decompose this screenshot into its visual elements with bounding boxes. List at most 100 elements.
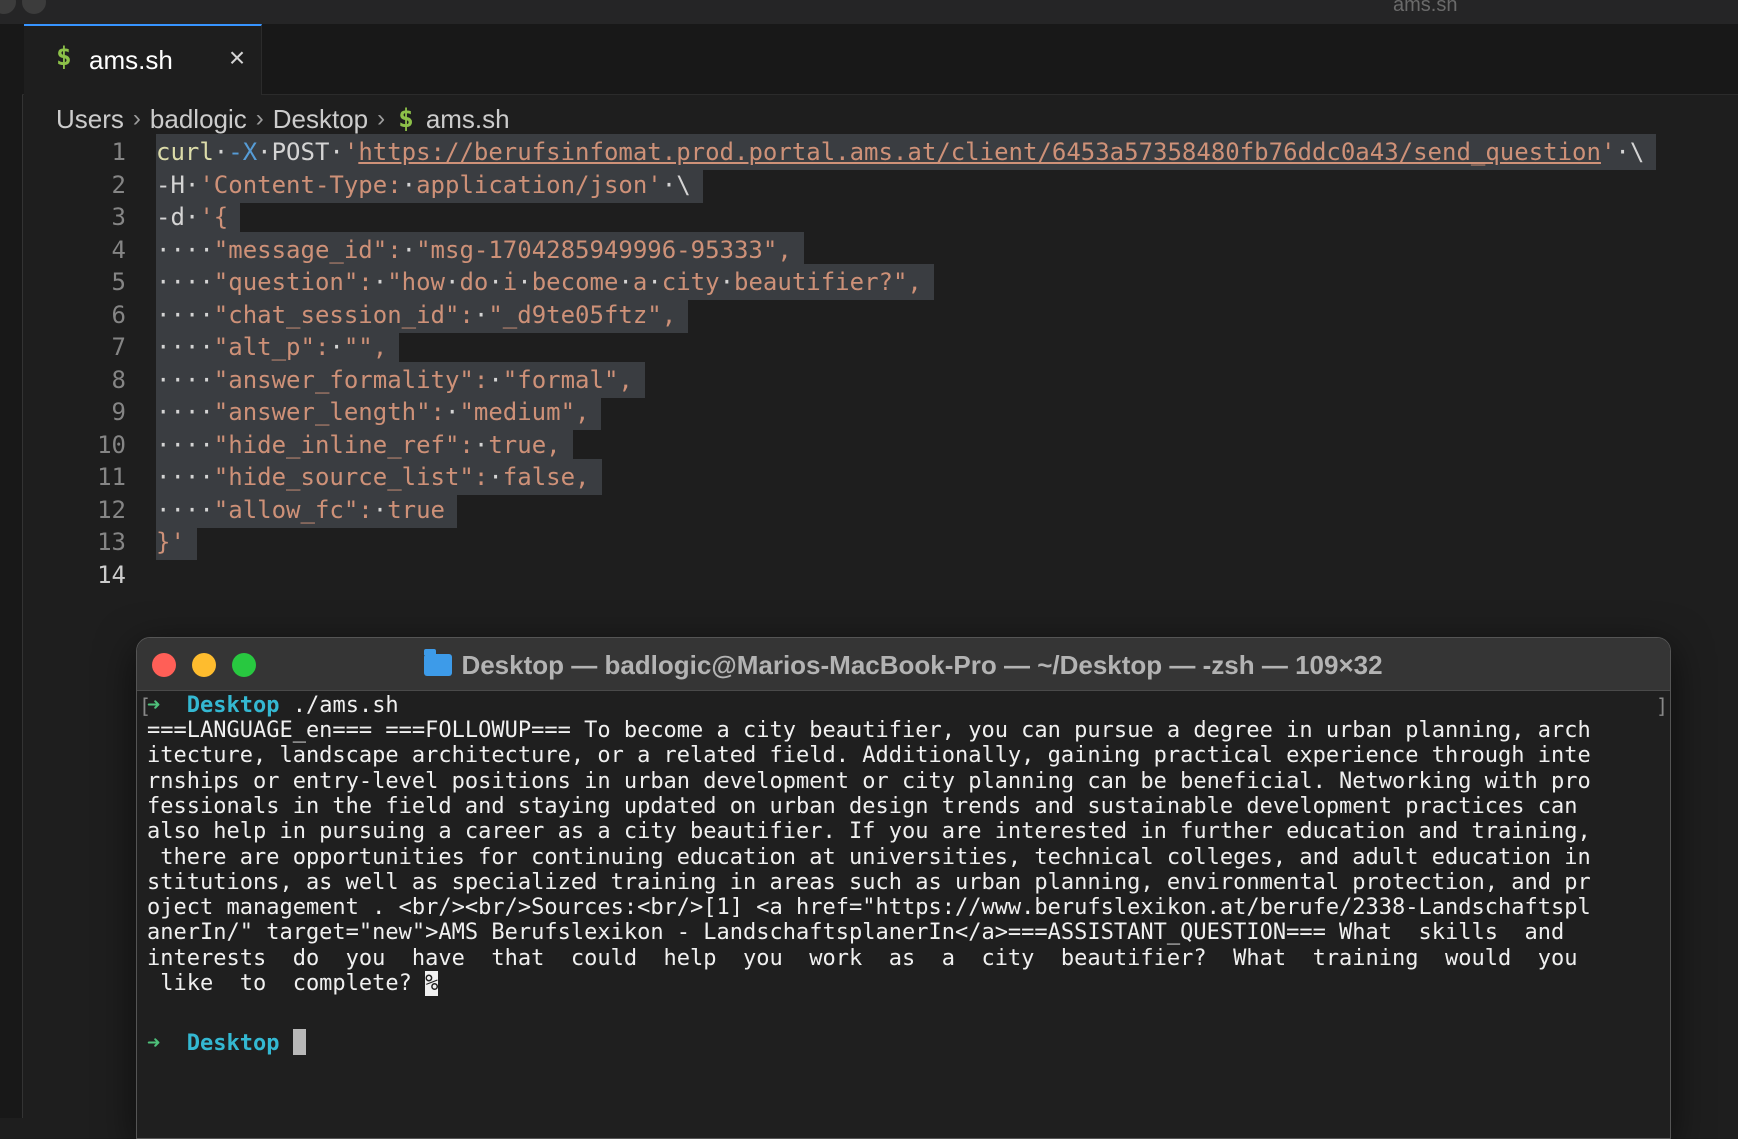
code-token: beautifier?", bbox=[734, 268, 922, 296]
whitespace-marker: · bbox=[719, 268, 735, 296]
output-text: oject management . <br/><br/>Sources:<br… bbox=[147, 895, 1591, 921]
code-line[interactable]: 12 ····"allow_fc":·true bbox=[22, 491, 1738, 528]
editor-tab-bar: $ ams.sh × bbox=[22, 24, 1738, 95]
code-text: ····"answer_length":·"medium", bbox=[156, 394, 602, 430]
folder-icon bbox=[424, 649, 453, 676]
code-token: "", bbox=[343, 333, 388, 361]
code-token: true bbox=[387, 495, 445, 524]
code-token: become bbox=[531, 268, 619, 296]
output-text: rnships or entry-level positions in urba… bbox=[147, 768, 1591, 794]
line-number: 11 bbox=[97, 463, 126, 491]
prompt-arrow-icon: ➜ bbox=[147, 693, 161, 718]
code-line[interactable]: 6 ····"chat_session_id":·"_d9te05ftz", bbox=[22, 296, 1738, 333]
code-token: "hide_inline_ref": bbox=[213, 430, 474, 459]
chevron-right-icon: › bbox=[255, 105, 264, 132]
line-number: 12 bbox=[97, 495, 126, 524]
code-line[interactable]: 5 ····"question":·"how·do·i·become·a·city… bbox=[22, 264, 1738, 300]
line-number: 6 bbox=[111, 300, 126, 329]
code-text: -H·'Content-Type:·application/json'·\ bbox=[156, 166, 703, 203]
code-text: ····"chat_session_id":·"_d9te05ftz", bbox=[156, 296, 689, 333]
whitespace-marker: ···· bbox=[156, 333, 214, 361]
window-control-dot[interactable] bbox=[22, 0, 46, 14]
code-token: false, bbox=[502, 463, 590, 491]
code-line[interactable]: 7 ····"alt_p":·"", bbox=[22, 329, 1738, 365]
activity-bar bbox=[0, 24, 23, 1118]
breadcrumb-item-users[interactable]: Users bbox=[56, 104, 124, 135]
window-control-dot[interactable] bbox=[0, 0, 16, 14]
whitespace-marker: · bbox=[444, 398, 460, 426]
chevron-right-icon: › bbox=[132, 105, 141, 132]
code-line[interactable]: 9 ····"answer_length":·"medium", bbox=[22, 394, 1738, 430]
tab-ams-sh[interactable]: $ ams.sh × bbox=[24, 24, 262, 95]
whitespace-marker: · bbox=[517, 268, 532, 296]
terminal-title: Desktop — badlogic@Marios-MacBook-Pro — … bbox=[137, 649, 1670, 681]
whitespace-marker: ···· bbox=[156, 463, 214, 491]
code-token: application/json' bbox=[416, 170, 662, 199]
code-token: curl bbox=[156, 138, 214, 166]
code-text: ····"message_id":·"msg-1704285949996-953… bbox=[156, 231, 804, 268]
whitespace-marker: · bbox=[445, 268, 460, 296]
terminal-output[interactable]: [ ] ➜ Desktop ./ams.sh ===LANGUAGE_en===… bbox=[137, 690, 1670, 1138]
code-token: "allow_fc": bbox=[213, 495, 373, 524]
close-icon[interactable]: × bbox=[222, 43, 252, 73]
terminal-output-line: also help in pursuing a career as a city… bbox=[147, 818, 1591, 846]
whitespace-marker: · bbox=[184, 170, 200, 199]
terminal-output-line: fessionals in the field and staying upda… bbox=[147, 793, 1577, 821]
output-text: anerIn/" target="new">AMS Berufslexikon … bbox=[147, 920, 1565, 946]
partial-line-marker: % bbox=[425, 971, 439, 996]
code-token: '{ bbox=[199, 203, 229, 231]
whitespace-marker: · bbox=[401, 170, 417, 199]
code-token: 'Content-Type: bbox=[199, 170, 402, 199]
line-number: 8 bbox=[111, 365, 126, 394]
code-token: \ bbox=[676, 170, 691, 199]
breadcrumb-item-desktop[interactable]: Desktop bbox=[273, 104, 368, 135]
whitespace-marker: ···· bbox=[156, 430, 214, 459]
window-title: ams.sh bbox=[1393, 0, 1458, 16]
line-number: 14 bbox=[97, 560, 126, 589]
whitespace-marker: · bbox=[257, 138, 272, 166]
prompt-arrow-icon: ➜ bbox=[147, 1031, 161, 1056]
code-token: i bbox=[502, 268, 518, 296]
code-line[interactable]: 14 bbox=[22, 557, 1738, 593]
code-token: "msg-1704285949996-95333", bbox=[416, 235, 792, 264]
line-number: 2 bbox=[111, 170, 126, 199]
code-editor[interactable]: 1 curl·-X·POST·'https://berufsinfomat.pro… bbox=[22, 134, 1738, 656]
code-text: ····"answer_formality":·"formal", bbox=[156, 361, 645, 398]
output-text: like to complete? bbox=[147, 971, 426, 996]
code-token: POST bbox=[271, 138, 330, 166]
code-line[interactable]: 3 -d·'{ bbox=[22, 199, 1738, 235]
line-number: 5 bbox=[111, 268, 126, 296]
whitespace-marker: · bbox=[647, 268, 662, 296]
line-number: 3 bbox=[111, 203, 126, 231]
line-number: 4 bbox=[111, 235, 126, 264]
terminal-window[interactable]: Desktop — badlogic@Marios-MacBook-Pro — … bbox=[136, 637, 1671, 1139]
code-line[interactable]: 2 -H·'Content-Type:·application/json'·\ bbox=[22, 166, 1738, 203]
line-number: 13 bbox=[97, 528, 126, 556]
code-line[interactable]: 11 ····"hide_source_list":·false, bbox=[22, 459, 1738, 495]
breadcrumb-item-badlogic[interactable]: badlogic bbox=[150, 104, 247, 135]
whitespace-marker: · bbox=[488, 463, 503, 491]
breadcrumb: Users › badlogic › Desktop › $ ams.sh bbox=[56, 102, 510, 136]
code-token: -d bbox=[156, 203, 185, 231]
breadcrumb-item-file[interactable]: ams.sh bbox=[426, 104, 510, 135]
output-text: fessionals in the field and staying upda… bbox=[147, 793, 1578, 819]
code-line[interactable]: 13}' bbox=[22, 524, 1738, 560]
output-text: there are opportunities for continuing e… bbox=[147, 844, 1591, 870]
code-line[interactable]: 10 ····"hide_inline_ref":·true, bbox=[22, 426, 1738, 463]
code-line[interactable]: 8 ····"answer_formality":·"formal", bbox=[22, 361, 1738, 398]
chevron-right-icon: › bbox=[377, 105, 386, 132]
code-line[interactable]: 4 ····"message_id":·"msg-1704285949996-95… bbox=[22, 231, 1738, 268]
tab-label: ams.sh bbox=[89, 45, 173, 75]
terminal-output-line: stitutions, as well as specialized train… bbox=[147, 869, 1591, 897]
whitespace-marker: · bbox=[618, 268, 633, 296]
whitespace-marker: · bbox=[661, 170, 677, 199]
terminal-output-line: interests do you have that could help yo… bbox=[147, 945, 1577, 973]
code-line[interactable]: 1 curl·-X·POST·'https://berufsinfomat.pro… bbox=[22, 134, 1738, 170]
window-titlebar: ams.sh bbox=[0, 0, 1738, 25]
terminal-output-line: oject management . <br/><br/>Sources:<br… bbox=[147, 894, 1591, 922]
code-token: true, bbox=[488, 430, 561, 459]
code-token: https://berufsinfomat.prod.portal.ams.at… bbox=[358, 138, 1601, 166]
whitespace-marker: · bbox=[488, 365, 503, 394]
whitespace-marker: · bbox=[473, 300, 489, 329]
whitespace-marker: · bbox=[473, 430, 489, 459]
